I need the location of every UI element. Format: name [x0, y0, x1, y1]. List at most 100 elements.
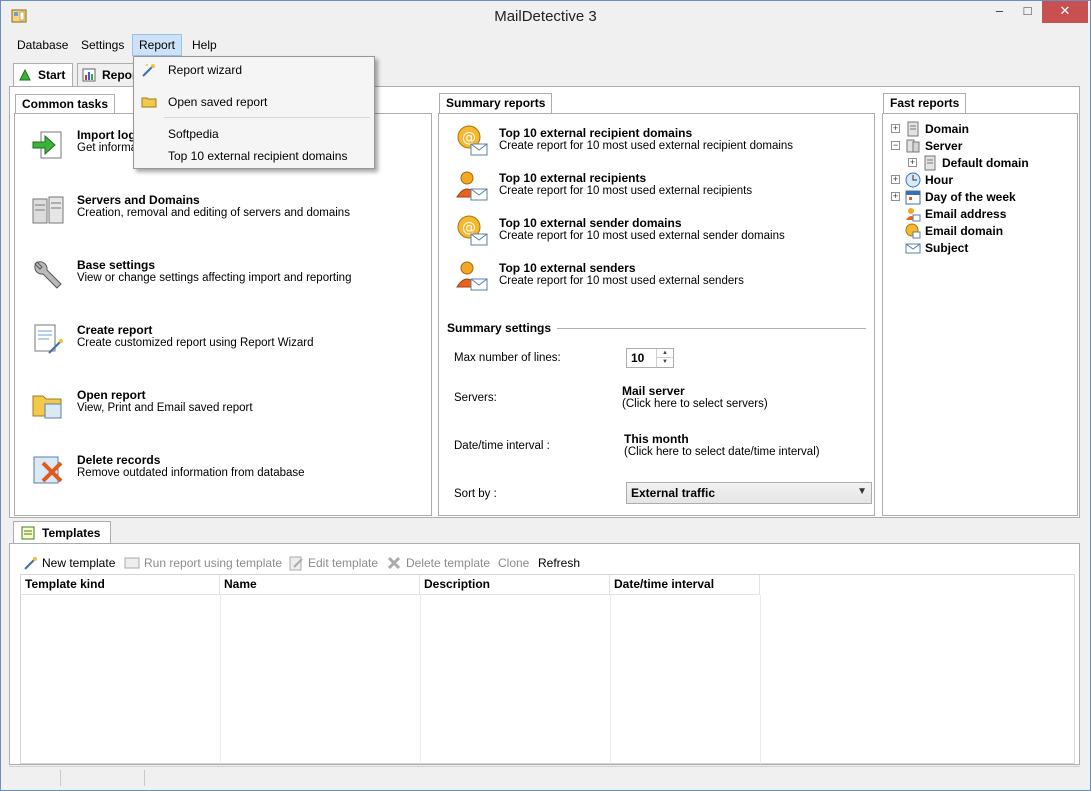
menu-item-label: Report wizard	[168, 63, 243, 77]
tree-item-email-address[interactable]: Email address	[889, 206, 1069, 223]
status-bar	[9, 766, 1080, 786]
interval-hint[interactable]: (Click here to select date/time interval…	[624, 446, 820, 458]
tree-item-email-domain[interactable]: Email domain	[889, 223, 1069, 240]
tree-item-domain[interactable]: + Domain	[889, 121, 1069, 138]
tree-label: Subject	[925, 241, 969, 255]
summary-title: Top 10 external sender domains	[499, 216, 682, 230]
delete-icon	[33, 456, 63, 484]
col-template-kind[interactable]: Template kind	[21, 575, 220, 595]
tree-item-hour[interactable]: + Hour	[889, 172, 1069, 189]
tree-label: Hour	[925, 173, 953, 187]
maximize-button[interactable]: □	[1014, 1, 1041, 23]
tree-label: Domain	[925, 122, 970, 136]
tree-label: Email domain	[925, 224, 1004, 238]
fast-reports-tree: + Domain − Server + Default domain + Hou…	[882, 113, 1078, 516]
menu-item-open-saved-report[interactable]: Open saved report	[134, 91, 374, 113]
edit-template-button[interactable]: Edit template	[288, 554, 382, 572]
tab-templates[interactable]: Templates	[13, 521, 111, 544]
summary-desc: Create report for 10 most used external …	[499, 275, 744, 287]
templates-grid[interactable]: Template kind Name Description Date/time…	[20, 574, 1075, 764]
edit-template-icon	[289, 556, 303, 571]
servers-hint[interactable]: (Click here to select servers)	[622, 398, 768, 410]
common-tasks-header: Common tasks	[15, 94, 116, 114]
at-mail-icon: @	[457, 215, 488, 246]
tree-item-default-domain[interactable]: + Default domain	[906, 155, 1071, 172]
menu-item-top10-recipient-domains[interactable]: Top 10 external recipient domains	[134, 145, 374, 167]
tab-report-label: Repor	[102, 68, 137, 82]
task-desc: View or change settings affecting import…	[77, 272, 352, 284]
task-title: Open report	[77, 388, 146, 402]
task-title: Import log	[77, 128, 136, 142]
tree-item-server[interactable]: − Server	[889, 138, 1069, 155]
task-desc: Remove outdated information from databas…	[77, 467, 305, 479]
at-icon	[905, 223, 921, 239]
column-divider	[610, 595, 611, 764]
expand-icon[interactable]: +	[908, 158, 917, 167]
col-description[interactable]: Description	[420, 575, 610, 595]
run-report-button[interactable]: Run report using template	[124, 554, 286, 572]
menu-help[interactable]: Help	[186, 34, 223, 56]
person-mail-icon	[456, 261, 488, 291]
servers-label: Servers:	[454, 392, 497, 404]
delete-template-button[interactable]: Delete template	[386, 554, 492, 572]
task-title: Create report	[77, 323, 153, 337]
calendar-icon	[905, 190, 921, 205]
new-template-button[interactable]: New template	[22, 554, 122, 572]
collapse-icon[interactable]: −	[891, 141, 900, 150]
tree-label: Default domain	[942, 156, 1029, 170]
tree-item-day-of-week[interactable]: + Day of the week	[889, 189, 1069, 206]
menu-report[interactable]: Report	[132, 34, 183, 56]
report-icon	[82, 68, 96, 82]
delete-template-label: Delete template	[406, 556, 491, 570]
minimize-button[interactable]: –	[986, 1, 1013, 23]
menu-settings[interactable]: Settings	[75, 34, 130, 56]
column-divider	[220, 595, 221, 764]
window-title: MailDetective 3	[494, 8, 597, 25]
summary-desc: Create report for 10 most used external …	[499, 185, 753, 197]
edit-template-label: Edit template	[308, 556, 379, 570]
max-lines-spinner[interactable]: 10 ▲ ▼	[626, 348, 674, 368]
sortby-label: Sort by :	[454, 488, 497, 500]
tree-item-subject[interactable]: Subject	[889, 240, 1069, 257]
tab-start[interactable]: Start	[13, 63, 73, 87]
col-datetime-interval[interactable]: Date/time interval	[610, 575, 760, 595]
sortby-select[interactable]: External traffic ▼	[626, 482, 872, 504]
spinner-buttons: ▲ ▼	[656, 349, 673, 367]
expand-icon[interactable]: +	[891, 175, 900, 184]
col-name[interactable]: Name	[220, 575, 420, 595]
tab-report[interactable]: Repor	[77, 63, 137, 87]
summary-settings-header: Summary settings	[447, 321, 558, 335]
close-button[interactable]: ✕	[1042, 1, 1088, 23]
menu-item-report-wizard[interactable]: Report wizard	[134, 59, 374, 81]
menu-item-label: Top 10 external recipient domains	[168, 149, 348, 163]
task-desc: Creation, removal and editing of servers…	[77, 207, 350, 219]
clone-button[interactable]: Clone	[498, 554, 532, 572]
interval-value[interactable]: This month	[624, 432, 689, 446]
open-folder-icon	[32, 395, 62, 419]
column-divider	[420, 595, 421, 764]
title-bar: MailDetective 3 – □ ✕	[1, 1, 1090, 32]
task-desc: Create customized report using Report Wi…	[77, 337, 314, 349]
summary-desc: Create report for 10 most used external …	[499, 140, 794, 152]
max-lines-label: Max number of lines:	[454, 352, 561, 364]
summary-title: Top 10 external recipients	[499, 171, 647, 185]
spin-up-button[interactable]: ▲	[657, 349, 673, 358]
expand-icon[interactable]: +	[891, 124, 900, 133]
start-icon	[19, 68, 31, 81]
spin-down-button[interactable]: ▼	[657, 358, 673, 367]
common-tasks-panel: Import log Get informati Servers and Dom…	[14, 113, 432, 516]
menu-database[interactable]: Database	[11, 34, 74, 56]
expand-icon[interactable]: +	[891, 192, 900, 201]
task-desc: View, Print and Email saved report	[77, 402, 253, 414]
tree-label: Day of the week	[925, 190, 1016, 204]
menu-item-softpedia[interactable]: Softpedia	[134, 123, 374, 145]
tree-label: Email address	[925, 207, 1007, 221]
refresh-button[interactable]: Refresh	[538, 554, 582, 572]
chevron-down-icon: ▼	[857, 486, 867, 497]
task-title: Servers and Domains	[77, 193, 200, 207]
servers-value[interactable]: Mail server	[622, 384, 685, 398]
clone-label: Clone	[498, 556, 530, 570]
new-template-icon	[24, 557, 37, 570]
subject-icon	[905, 243, 921, 254]
tab-templates-label: Templates	[42, 526, 101, 540]
